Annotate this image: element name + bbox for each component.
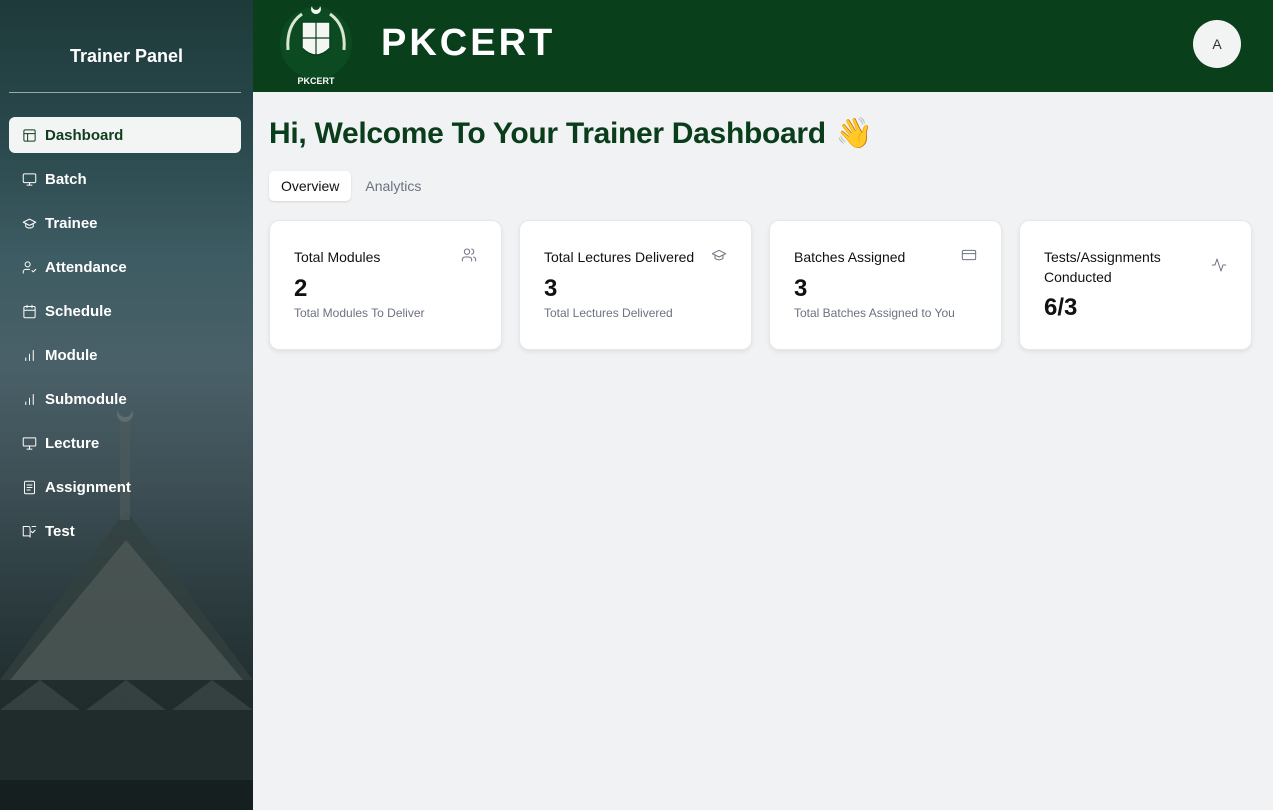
tabs: Overview Analytics (269, 170, 435, 202)
page-title: Hi, Welcome To Your Trainer Dashboard 👋 (269, 116, 873, 151)
sidebar-item-label: Batch (45, 170, 87, 188)
tab-analytics[interactable]: Analytics (353, 171, 433, 201)
top-header: PKCERT PKCERT A (253, 0, 1273, 92)
sidebar-item-lecture[interactable]: Lecture (9, 425, 241, 461)
card-title: Total Modules (294, 249, 381, 265)
card-title: Tests/Assignments Conducted (1044, 249, 1161, 285)
sidebar-item-label: Trainee (45, 214, 98, 232)
card-subtitle: Total Modules To Deliver (294, 306, 425, 320)
sidebar-divider (9, 92, 241, 93)
pkcert-logo: PKCERT (280, 6, 352, 86)
sidebar-item-label: Test (45, 522, 75, 540)
sidebar-item-submodule[interactable]: Submodule (9, 381, 241, 417)
sidebar-item-schedule[interactable]: Schedule (9, 293, 241, 329)
layout-dashboard-icon (21, 127, 37, 143)
sidebar-item-label: Module (45, 346, 98, 364)
graduation-cap-icon (21, 215, 37, 231)
card-value: 6/3 (1044, 294, 1078, 321)
users-icon (461, 247, 477, 263)
sidebar-item-label: Dashboard (45, 126, 124, 144)
sidebar-title: Trainer Panel (69, 46, 184, 66)
sidebar-item-label: Schedule (45, 302, 112, 320)
card-tests-assignments: Tests/Assignments Conducted 6/3 (1019, 220, 1252, 350)
card-total-lectures: Total Lectures Delivered 3 Total Lecture… (519, 220, 752, 350)
card-subtitle: Total Lectures Delivered (544, 306, 673, 320)
sidebar-item-batch[interactable]: Batch (9, 161, 241, 197)
sidebar-item-attendance[interactable]: Attendance (9, 249, 241, 285)
sidebar: Trainer Panel Dashboard Batch Trainee At… (0, 0, 253, 810)
card-title: Total Lectures Delivered (544, 249, 695, 265)
bar-chart-icon (21, 347, 37, 363)
logo-text: PKCERT (297, 76, 335, 86)
book-check-icon (21, 523, 37, 539)
clipboard-icon (21, 479, 37, 495)
sidebar-nav: Dashboard Batch Trainee Attendance Sched… (9, 117, 241, 557)
card-value: 2 (294, 275, 308, 302)
sidebar-item-label: Attendance (45, 258, 127, 276)
sidebar-item-trainee[interactable]: Trainee (9, 205, 241, 241)
sidebar-item-label: Submodule (45, 390, 127, 408)
activity-icon (1211, 257, 1227, 273)
wave-emoji: 👋 (835, 117, 873, 150)
brand-title: PKCERT (381, 22, 556, 64)
tab-overview[interactable]: Overview (269, 171, 352, 201)
card-subtitle: Total Batches Assigned to You (794, 306, 955, 320)
sidebar-item-test[interactable]: Test (9, 513, 241, 549)
graduation-cap-icon (711, 247, 727, 263)
card-total-modules: Total Modules 2 Total Modules To Deliver (269, 220, 502, 350)
user-check-icon (21, 259, 37, 275)
card-title: Batches Assigned (794, 249, 906, 265)
card-value: 3 (544, 275, 558, 302)
main-content: Hi, Welcome To Your Trainer Dashboard 👋 … (253, 92, 1273, 810)
card-batches-assigned: Batches Assigned 3 Total Batches Assigne… (769, 220, 1002, 350)
sidebar-item-label: Lecture (45, 434, 100, 452)
sidebar-item-label: Assignment (45, 478, 131, 496)
welcome-text: Hi, Welcome To Your Trainer Dashboard (269, 116, 826, 150)
sidebar-item-dashboard[interactable]: Dashboard (9, 117, 241, 153)
presentation-icon (21, 435, 37, 451)
sidebar-item-assignment[interactable]: Assignment (9, 469, 241, 505)
bar-chart-icon (21, 391, 37, 407)
card-value: 3 (794, 275, 808, 302)
calendar-icon (21, 303, 37, 319)
credit-card-icon (961, 247, 977, 263)
sidebar-item-module[interactable]: Module (9, 337, 241, 373)
avatar[interactable]: A (1193, 20, 1241, 68)
monitor-icon (21, 171, 37, 187)
